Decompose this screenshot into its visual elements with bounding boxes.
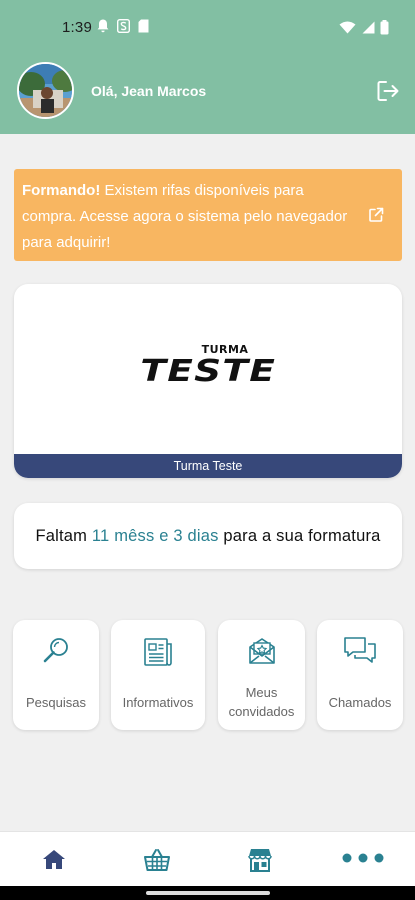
logo-big-text: TESTE — [140, 354, 276, 389]
status-bar: 1:39 — [0, 0, 415, 56]
store-icon[interactable] — [246, 846, 274, 874]
system-navigation-bar — [0, 886, 415, 900]
avatar[interactable] — [17, 62, 74, 119]
logout-icon[interactable] — [375, 78, 401, 104]
search-icon — [43, 638, 68, 663]
status-notifications — [97, 19, 149, 33]
tile-label: Pesquisas — [26, 695, 86, 710]
external-link-icon[interactable] — [368, 207, 384, 223]
tile-pesquisas[interactable]: Pesquisas — [13, 620, 99, 730]
more-icon[interactable] — [341, 844, 385, 872]
app-header: Olá, Jean Marcos — [0, 56, 415, 134]
class-logo: TURMA TESTE — [14, 344, 402, 388]
avatar-photo-icon — [19, 64, 72, 117]
status-system-icons — [339, 20, 389, 35]
alert-title: Formando! — [22, 182, 101, 199]
countdown-prefix: Faltam — [35, 527, 92, 545]
raffle-alert-banner[interactable]: Formando! Existem rifas disponíveis para… — [14, 169, 402, 261]
home-icon[interactable] — [40, 846, 68, 874]
countdown-highlight: 11 mêss e 3 dias — [91, 527, 219, 545]
tile-chamados[interactable]: Chamados — [317, 620, 403, 730]
tile-label-line2: convidados — [228, 704, 295, 719]
bottom-navigation — [0, 831, 415, 886]
s-icon — [117, 19, 130, 33]
tile-label-line1: Meus — [245, 685, 278, 700]
battery-icon — [380, 20, 389, 35]
graduation-countdown: Faltam 11 mêss e 3 dias para a sua forma… — [14, 503, 402, 569]
class-card[interactable]: TURMA TESTE Turma Teste — [14, 284, 402, 478]
class-name: Turma Teste — [14, 454, 402, 478]
chat-bubbles-icon — [344, 637, 376, 663]
signal-icon — [362, 21, 375, 34]
tile-label: Chamados — [328, 695, 392, 710]
tile-informativos[interactable]: Informativos — [111, 620, 205, 730]
wifi-icon — [339, 21, 356, 34]
countdown-suffix: para a sua formatura — [218, 527, 381, 545]
sim-card-icon — [138, 19, 149, 33]
greeting-text: Olá, Jean Marcos — [91, 83, 207, 99]
status-time: 1:39 — [62, 19, 92, 36]
invitation-envelope-icon — [248, 638, 275, 664]
tile-label: Informativos — [122, 695, 194, 710]
home-gesture-pill[interactable] — [146, 891, 270, 895]
bell-icon — [97, 19, 109, 33]
tile-meus-convidados[interactable]: Meus convidados — [218, 620, 305, 730]
basket-icon[interactable] — [143, 846, 171, 874]
newspaper-icon — [144, 638, 172, 666]
